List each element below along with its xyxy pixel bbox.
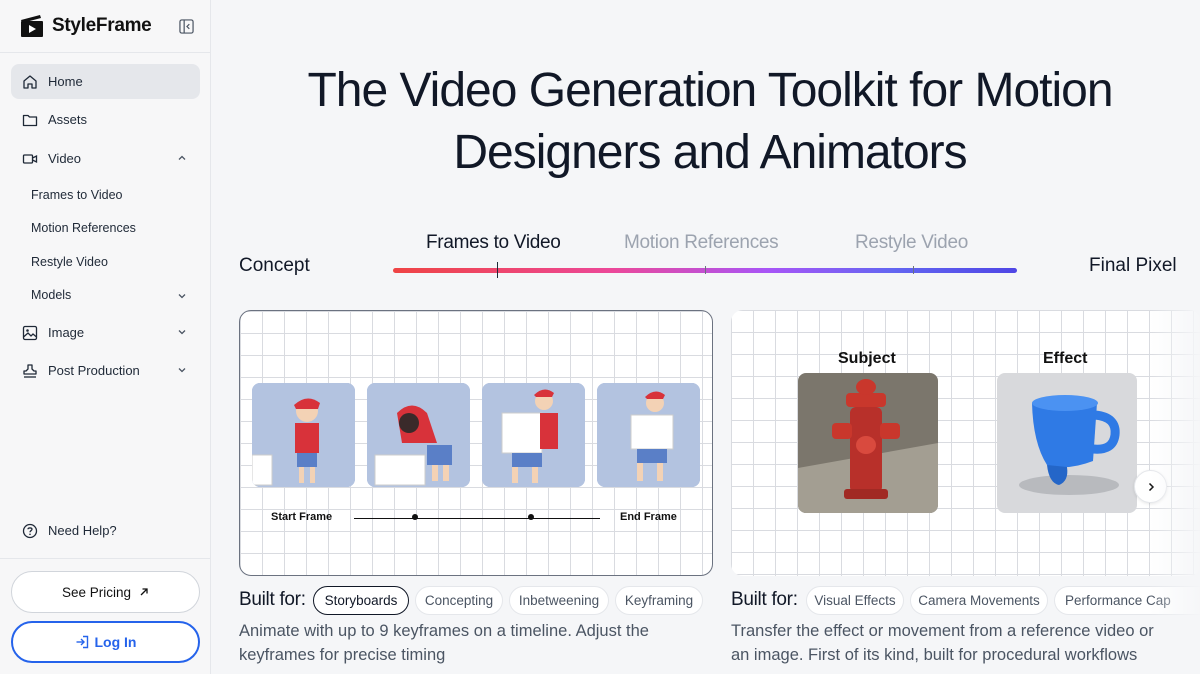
arrow-up-right-icon bbox=[140, 588, 148, 596]
chip-visual-effects[interactable]: Visual Effects bbox=[806, 586, 904, 615]
pipeline-tick bbox=[705, 266, 706, 274]
chip-storyboards[interactable]: Storyboards bbox=[313, 586, 409, 615]
description-line: keyframes for precise timing bbox=[239, 646, 446, 664]
chip-camera-movements[interactable]: Camera Movements bbox=[910, 586, 1048, 615]
frames-to-video-description: Animate with up to 9 keyframes on a time… bbox=[239, 619, 649, 667]
sidebar-divider bbox=[0, 52, 211, 53]
sidebar-item-assets[interactable]: Assets bbox=[11, 102, 200, 137]
sidebar-subitem-models[interactable]: Models bbox=[31, 288, 71, 302]
sidebar-item-label: Video bbox=[48, 151, 82, 166]
character-illustration bbox=[597, 383, 700, 487]
motion-references-description: Transfer the effect or movement from a r… bbox=[731, 619, 1200, 667]
description-line: Transfer the effect or movement from a r… bbox=[731, 622, 1154, 640]
sidebar-subitem-motion-references[interactable]: Motion References bbox=[31, 221, 136, 235]
blue-mug-illustration bbox=[997, 373, 1137, 513]
video-icon bbox=[22, 153, 38, 164]
help-circle-icon bbox=[22, 523, 38, 538]
end-frame-label: End Frame bbox=[620, 511, 677, 523]
hero-title-line-2: Designers and Animators bbox=[453, 126, 967, 179]
carousel-next-button[interactable] bbox=[1134, 470, 1167, 503]
sidebar-item-post-production[interactable]: Post Production bbox=[11, 353, 200, 388]
description-line: Animate with up to 9 keyframes on a time… bbox=[239, 622, 649, 640]
collapse-sidebar-icon[interactable] bbox=[179, 19, 194, 34]
fire-hydrant-illustration bbox=[798, 373, 938, 513]
see-pricing-label: See Pricing bbox=[61, 584, 132, 600]
login-button[interactable]: Log In bbox=[11, 621, 200, 663]
image-icon bbox=[22, 325, 38, 340]
chevron-up-icon bbox=[178, 155, 186, 160]
timeline-keyframe-dot[interactable] bbox=[528, 514, 534, 520]
effect-label: Effect bbox=[1043, 350, 1088, 367]
chevron-down-icon[interactable] bbox=[176, 290, 188, 302]
pipeline-tick bbox=[913, 266, 914, 274]
tab-motion-references[interactable]: Motion References bbox=[624, 232, 779, 254]
see-pricing-button[interactable]: See Pricing bbox=[11, 571, 200, 613]
sidebar-item-label: Image bbox=[48, 325, 85, 340]
home-icon bbox=[23, 74, 37, 89]
subject-image bbox=[798, 373, 938, 513]
sidebar-item-label: Post Production bbox=[48, 363, 140, 378]
chip-performance-capture[interactable]: Performance Cap bbox=[1054, 586, 1200, 615]
timeline-keyframe-dot[interactable] bbox=[412, 514, 418, 520]
character-illustration bbox=[252, 383, 355, 487]
chevron-down-icon bbox=[178, 368, 186, 373]
keyframe-thumbnail bbox=[252, 383, 355, 487]
tab-restyle-video[interactable]: Restyle Video bbox=[855, 232, 968, 254]
built-for-label: Built for: bbox=[239, 589, 306, 610]
start-frame-label: Start Frame bbox=[271, 511, 333, 523]
chip-inbetweening[interactable]: Inbetweening bbox=[509, 586, 609, 615]
motion-references-card[interactable]: Subject Effect bbox=[731, 310, 1200, 576]
sidebar-item-video[interactable]: Video bbox=[11, 141, 200, 176]
brand[interactable]: StyleFrame bbox=[20, 14, 152, 38]
sidebar-divider bbox=[0, 558, 211, 559]
sidebar-subitem-restyle-video[interactable]: Restyle Video bbox=[31, 255, 108, 269]
keyframe-thumbnail bbox=[367, 383, 470, 487]
keyframe-timeline bbox=[354, 518, 600, 519]
login-icon bbox=[76, 635, 88, 649]
chevron-down-icon bbox=[178, 330, 186, 335]
sidebar-item-label: Home bbox=[48, 74, 83, 89]
sidebar-item-home[interactable]: Home bbox=[11, 64, 200, 99]
clapperboard-logo-icon bbox=[21, 15, 43, 37]
pipeline-start-label: Concept bbox=[239, 255, 310, 276]
keyframe-thumbnail bbox=[482, 383, 585, 487]
chevron-right-icon bbox=[1148, 482, 1154, 491]
effect-image bbox=[997, 373, 1137, 513]
frames-to-video-card[interactable]: Start Frame End Frame bbox=[239, 310, 713, 576]
help-link[interactable]: Need Help? bbox=[11, 513, 200, 548]
hero-title-line-1: The Video Generation Toolkit for Motion bbox=[307, 64, 1113, 117]
pipeline-end-label: Final Pixel bbox=[1089, 255, 1177, 276]
sidebar: StyleFrame Home Assets Video Frames to V… bbox=[0, 0, 211, 674]
description-line: an image. First of its kind, built for p… bbox=[731, 646, 1138, 664]
tab-frames-to-video[interactable]: Frames to Video bbox=[426, 232, 561, 254]
character-illustration bbox=[367, 383, 470, 487]
built-for-label: Built for: bbox=[731, 589, 798, 610]
hero-title: The Video Generation Toolkit for Motion … bbox=[230, 60, 1190, 184]
sidebar-item-label: Assets bbox=[48, 112, 88, 127]
subject-label: Subject bbox=[838, 350, 896, 367]
pipeline-tick bbox=[497, 262, 498, 278]
help-label: Need Help? bbox=[48, 523, 117, 538]
chip-keyframing[interactable]: Keyframing bbox=[615, 586, 703, 615]
folder-icon bbox=[22, 114, 38, 126]
login-label: Log In bbox=[94, 634, 137, 650]
keyframe-thumbnail bbox=[597, 383, 700, 487]
character-illustration bbox=[482, 383, 585, 487]
stamp-icon bbox=[23, 363, 37, 378]
brand-name: StyleFrame bbox=[52, 15, 152, 36]
chip-concepting[interactable]: Concepting bbox=[415, 586, 503, 615]
sidebar-subitem-frames-to-video[interactable]: Frames to Video bbox=[31, 188, 122, 202]
sidebar-item-image[interactable]: Image bbox=[11, 315, 200, 350]
